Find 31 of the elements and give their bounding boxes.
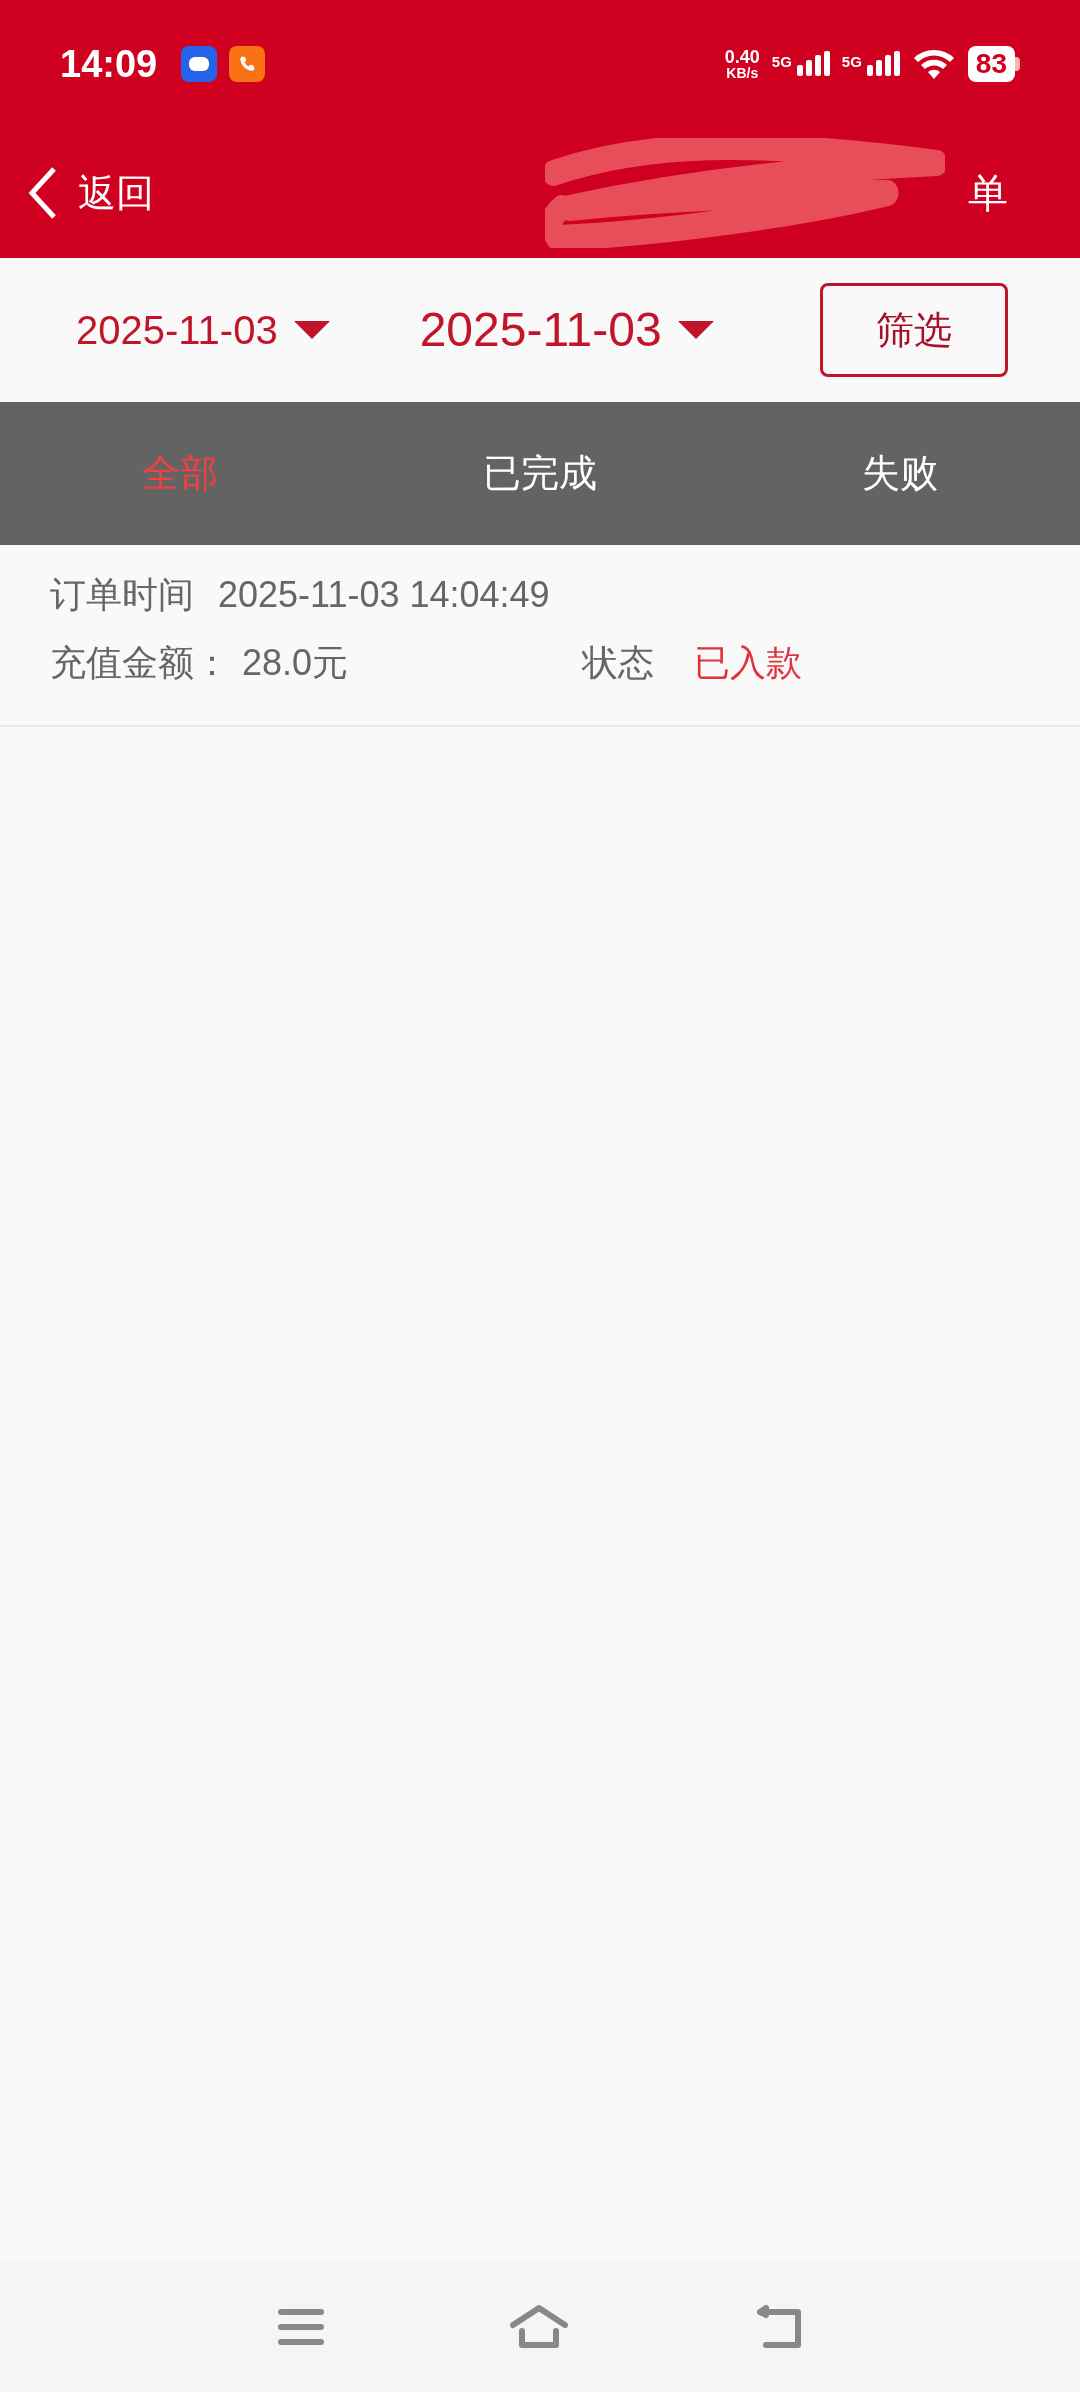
signal-icon: [795, 51, 830, 77]
back-icon: [28, 166, 58, 220]
page-title: 单: [968, 170, 1008, 217]
start-date-picker[interactable]: 2025-11-03: [76, 300, 330, 360]
status-label: 状态: [582, 641, 654, 685]
network-speed: 0.40: [724, 48, 760, 66]
clock: 14:09: [60, 41, 158, 87]
tab[interactable]: 失败: [720, 402, 1080, 545]
order-time-label: 订单时间: [50, 573, 194, 617]
dropdown-icon: [677, 321, 714, 339]
phone-app-icon: [229, 46, 266, 82]
tab[interactable]: 已完成: [360, 402, 720, 545]
battery-tip-icon: [1015, 57, 1020, 71]
end-date-picker[interactable]: 2025-11-03: [419, 294, 714, 366]
network-type: 5G: [841, 52, 862, 72]
speed-unit: KB/s: [726, 66, 759, 80]
dropdown-icon: [293, 321, 330, 339]
order-time: 2025-11-03 14:04:49: [218, 573, 550, 617]
back-button[interactable]: 返回: [28, 164, 154, 222]
order-row[interactable]: 订单时间 2025-11-03 14:04:49 充值金额： 28.0元 状态 已入款: [0, 545, 1080, 727]
network-type: 5G: [771, 52, 792, 72]
amount-label: 充值金额：: [50, 641, 230, 685]
back-icon[interactable]: [756, 2305, 804, 2349]
battery-level: 83: [967, 46, 1015, 82]
filter-button[interactable]: 筛选: [820, 283, 1008, 377]
home-icon[interactable]: [510, 2305, 568, 2349]
status-value: 已入款: [694, 641, 802, 685]
signal-icon: [865, 51, 900, 77]
chat-app-icon: [181, 46, 218, 82]
amount-value: 28.0元: [242, 641, 350, 685]
menu-icon[interactable]: [278, 2308, 324, 2346]
